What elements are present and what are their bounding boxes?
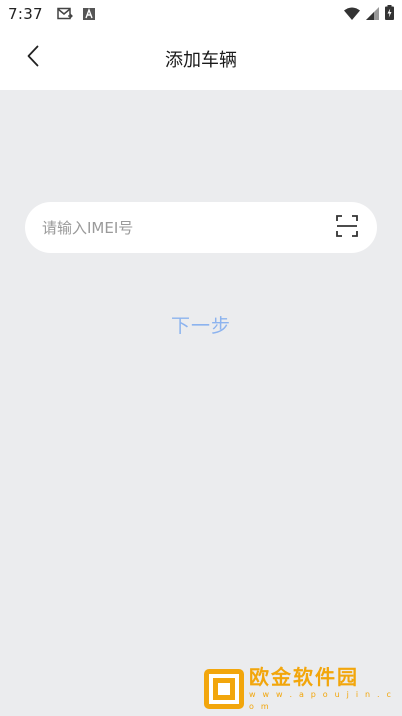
gmail-icon [57,5,73,24]
back-button[interactable] [18,43,48,73]
notification-icons [57,5,95,24]
watermark-title: 欧金软件园 [249,665,359,689]
navigation-bar: 添加车辆 [0,28,402,90]
next-button[interactable]: 下一步 [151,308,251,340]
page-title: 添加车辆 [165,50,237,71]
watermark-logo-icon [203,668,245,710]
wifi-icon [344,5,360,24]
imei-input[interactable] [42,218,335,237]
watermark-text: 欧金软件园 w w w . a p o u j i n . c o m [249,665,399,713]
status-time: 7:37 [8,5,43,23]
scan-icon [336,214,358,241]
add-vehicle-content: 下一步 [0,90,402,716]
watermark: 欧金软件园 w w w . a p o u j i n . c o m [203,665,399,713]
font-a-icon [82,5,95,24]
scan-button[interactable] [335,214,359,241]
imei-field [25,202,377,253]
chevron-left-icon [26,45,40,71]
status-bar: 7:37 [0,0,402,28]
battery-icon [385,4,394,24]
system-icons [344,4,394,24]
signal-icon [366,5,379,24]
watermark-url: w w w . a p o u j i n . c o m [249,690,394,711]
